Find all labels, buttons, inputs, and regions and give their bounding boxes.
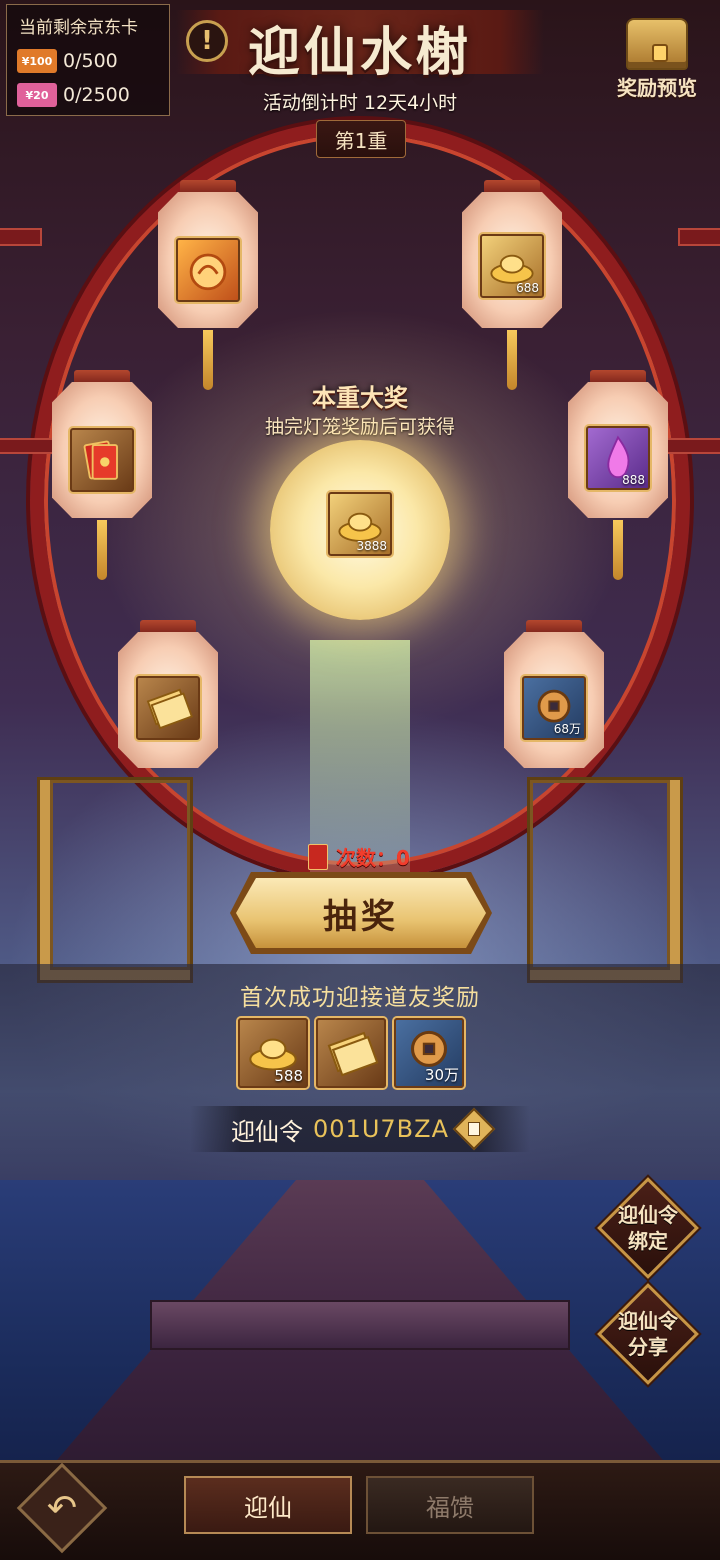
- lantern-4[interactable]: 888: [568, 370, 668, 580]
- lantern-reward: [70, 428, 134, 492]
- lantern-reward: 888: [586, 426, 650, 490]
- lantern-1[interactable]: [158, 180, 258, 390]
- invite-code-row: 迎仙令 001U7BZA: [190, 1106, 530, 1152]
- first-reward-item[interactable]: [316, 1018, 386, 1088]
- first-reward-panel: 首次成功迎接道友奖励 588 30万 迎仙令 001U7BZA: [0, 964, 720, 1184]
- grand-prize-subtitle: 抽完灯笼奖励后可获得: [264, 416, 455, 438]
- lantern-cap: [180, 180, 236, 194]
- lantern-cap: [526, 620, 582, 634]
- copy-icon[interactable]: [452, 1107, 496, 1151]
- red-envelope-icon: [83, 440, 118, 480]
- lantern-reward-count: 68万: [553, 722, 581, 736]
- first-reward-title: 首次成功迎接道友奖励: [240, 985, 480, 1011]
- lantern-3[interactable]: [52, 370, 152, 580]
- lantern-5[interactable]: [118, 620, 218, 780]
- lantern-reward-count: 688: [516, 281, 539, 295]
- invite-code-value: 001U7BZA: [313, 1115, 449, 1143]
- first-reward-item[interactable]: 588: [238, 1018, 308, 1088]
- treasure-chest-icon: [626, 18, 688, 70]
- lantern-tassel: [97, 520, 107, 580]
- decorative-gold-frame: [40, 780, 190, 980]
- bind-code-label: 迎仙令 绑定: [618, 1203, 678, 1253]
- first-reward-count: 30万: [424, 1066, 459, 1084]
- reward-preview-label: 奖励预览: [617, 76, 697, 100]
- app-root: 当前剩余京东卡 ¥100 0/500 ¥20 0/2500 迎仙水榭 ! 活动倒…: [0, 0, 720, 1560]
- tab-yingxian[interactable]: 迎仙: [184, 1476, 352, 1534]
- boat-seat: [150, 1300, 570, 1350]
- bottom-bar: [0, 1460, 720, 1560]
- lantern-6[interactable]: 68万: [504, 620, 604, 780]
- draw-count: 次数：0: [308, 842, 410, 871]
- decorative-frame-bar: [660, 440, 720, 452]
- tab-fukui[interactable]: 福馈: [366, 1476, 534, 1534]
- invite-code-label: 迎仙令: [231, 1117, 304, 1146]
- grand-prize-title: 本重大奖: [312, 384, 408, 412]
- fire-orb-icon: [189, 253, 227, 291]
- grand-prize-reward[interactable]: 3888: [328, 492, 392, 556]
- info-button[interactable]: !: [186, 20, 228, 62]
- decorative-frame-bar: [0, 440, 60, 452]
- lantern-cap: [140, 620, 196, 634]
- lantern-tassel: [613, 520, 623, 580]
- share-code-label: 迎仙令 分享: [618, 1309, 678, 1359]
- lantern-reward: [176, 238, 240, 302]
- first-reward-item[interactable]: 30万: [394, 1018, 464, 1088]
- share-code-button[interactable]: 迎仙令 分享: [597, 1283, 699, 1385]
- lantern-cap: [590, 370, 646, 384]
- stage-badge: 第1重: [316, 120, 406, 158]
- lantern-reward: [136, 676, 200, 740]
- lantern-tassel: [203, 330, 213, 390]
- first-reward-count: 588: [274, 1067, 303, 1085]
- lantern-tassel: [507, 330, 517, 390]
- back-arrow-icon: ↶: [46, 1487, 78, 1529]
- reward-preview-button[interactable]: 奖励预览: [600, 14, 714, 104]
- decorative-frame-bar: [0, 230, 40, 244]
- ticket-icon: [146, 688, 193, 730]
- lantern-reward-count: 888: [622, 473, 645, 487]
- decorative-gold-frame: [530, 780, 680, 980]
- lantern-reward: 68万: [522, 676, 586, 740]
- grand-prize-count: 3888: [356, 539, 387, 553]
- draw-button[interactable]: 抽奖: [236, 878, 486, 948]
- lantern-cap: [484, 180, 540, 194]
- bind-code-button[interactable]: 迎仙令 绑定: [597, 1177, 699, 1279]
- lantern-2[interactable]: 688: [462, 180, 562, 390]
- ticket-icon: [327, 1031, 379, 1077]
- draw-count-text: 次数：0: [336, 846, 410, 870]
- red-envelope-icon: [308, 843, 328, 870]
- lantern-cap: [74, 370, 130, 384]
- grand-prize: 本重大奖 抽完灯笼奖励后可获得 3888: [240, 384, 480, 640]
- decorative-frame-bar: [680, 230, 720, 244]
- lantern-reward: 688: [480, 234, 544, 298]
- first-reward-items: 588 30万: [238, 1018, 464, 1088]
